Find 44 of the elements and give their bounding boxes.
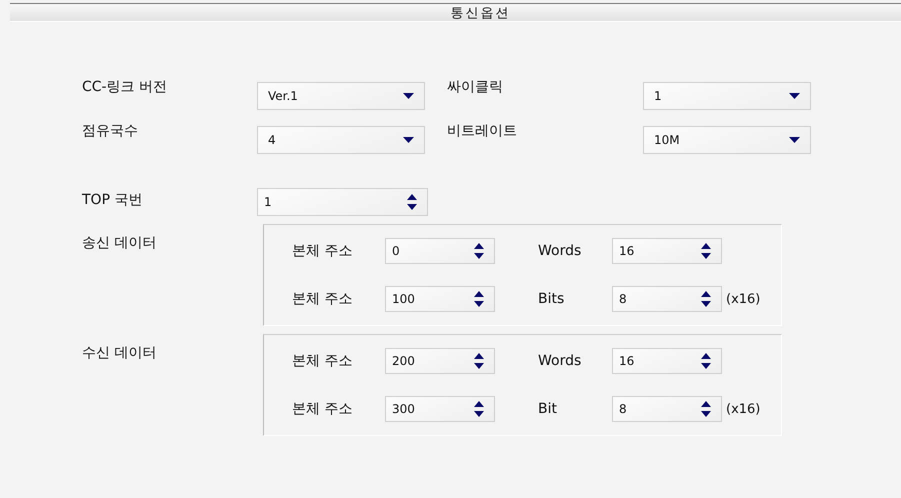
caret-icon — [789, 93, 800, 99]
spinner-arrows-icon — [474, 353, 484, 369]
spinner-arrows-icon — [474, 291, 484, 307]
caret-icon — [403, 137, 414, 143]
spinner-arrows-icon — [701, 291, 711, 307]
caret-icon — [789, 137, 800, 143]
field-label: Bits — [538, 291, 566, 307]
field-label: 점유국수 — [82, 122, 139, 140]
spin-box[interactable]: 16 — [612, 348, 722, 374]
field-label: Bit — [538, 401, 558, 417]
dropdown[interactable]: 10M — [643, 126, 811, 154]
dropdown[interactable]: 4 — [257, 126, 425, 154]
dropdown[interactable]: Ver.1 — [257, 82, 425, 110]
spin-box[interactable]: 8 — [612, 396, 722, 422]
field-label: 비트레이트 — [446, 122, 518, 140]
spinner-arrows-icon — [701, 401, 711, 417]
group-label: 송신 데이터 — [82, 234, 158, 252]
unit-label: (x16) — [726, 292, 760, 306]
dialog-title: 통신옵션 — [450, 4, 510, 22]
spinner-arrows-icon — [474, 401, 484, 417]
spin-box[interactable]: 8 — [612, 286, 722, 312]
spin-box[interactable]: 200 — [385, 348, 495, 374]
spin-box[interactable]: 300 — [385, 396, 495, 422]
field-label: 싸이클릭 — [446, 78, 504, 96]
spinner-arrows-icon — [701, 353, 711, 369]
field-label: TOP 국번 — [82, 191, 144, 209]
dropdown[interactable]: 1 — [643, 82, 811, 110]
field-label: 본체 주소 — [292, 352, 354, 370]
spin-box[interactable]: 16 — [612, 238, 722, 264]
field-label: Words — [538, 243, 582, 259]
field-label: 본체 주소 — [292, 242, 354, 260]
group-label: 수신 데이터 — [82, 344, 158, 362]
unit-label: (x16) — [726, 402, 760, 416]
field-label: 본체 주소 — [292, 290, 354, 308]
field-label: CC-링크 버전 — [82, 78, 168, 96]
spinner-arrows-icon — [701, 243, 711, 259]
field-label: 본체 주소 — [292, 400, 354, 418]
spin-box[interactable]: 0 — [385, 238, 495, 264]
caret-icon — [403, 93, 414, 99]
spinner-arrows-icon — [474, 243, 484, 259]
spin-box[interactable]: 100 — [385, 286, 495, 312]
field-label: Words — [538, 353, 582, 369]
spin-box[interactable]: 1 — [257, 188, 428, 216]
spinner-arrows-icon — [407, 194, 417, 210]
